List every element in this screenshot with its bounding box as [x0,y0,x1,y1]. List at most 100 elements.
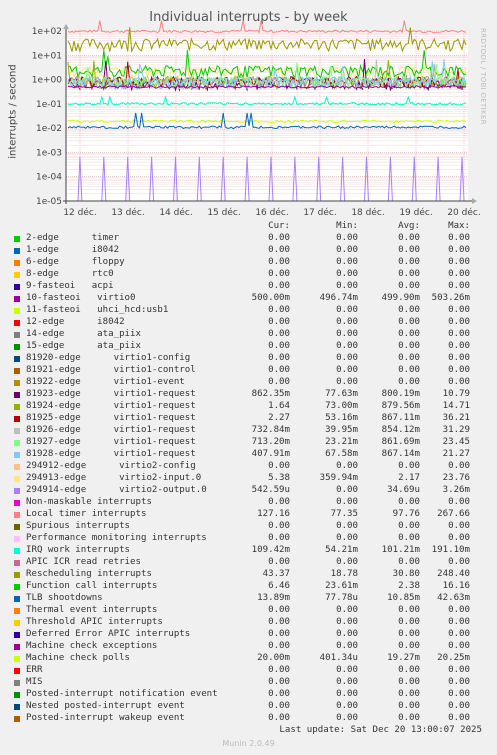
legend-series-name: 81924-edge virtio1-request [26,401,196,411]
legend-value-cur: 0.00 [268,521,290,531]
legend-value-min: 0.00 [336,617,358,627]
legend-value-min: 0.00 [336,641,358,651]
legend-value-min: 0.00 [336,281,358,291]
legend-value-max: 0.00 [448,269,470,279]
legend-value-max: 0.00 [448,329,470,339]
legend-value-cur: 862.35m [251,389,290,399]
legend-value-max: 42.63m [437,593,470,603]
legend-value-min: 18.78 [330,569,358,579]
legend-value-max: 16.16 [442,581,470,591]
x-tick-label: 17 déc. [303,207,336,215]
legend-color-swatch [14,524,20,530]
legend-value-min: 0.00 [336,245,358,255]
legend-row: 81924-edge virtio1-request 1.64 73.00m 879.… [0,401,497,413]
legend-header-max: Max: [448,221,470,231]
legend-color-swatch [14,488,20,494]
legend-row: 81923-edge virtio1-request 862.35m 77.63m 8… [0,389,497,401]
legend-value-max: 31.29 [442,425,470,435]
legend-value-min: 0.00 [336,677,358,687]
legend-series-name: Nested posted-interrupt event [26,701,185,711]
legend-value-cur: 0.00 [268,377,290,387]
legend-color-swatch [14,620,20,626]
legend-value-min: 0.00 [336,233,358,243]
legend-row: 81925-edge virtio1-request 2.27 53.16m 867.… [0,413,497,425]
legend-row: Non-maskable interrupts 0.00 0.00 0.00 0.00 [0,497,497,509]
legend-row: 81926-edge virtio1-request 732.84m 39.95m 8… [0,425,497,437]
legend-value-cur: 0.00 [268,641,290,651]
legend-row: 6-edge floppy 0.00 0.00 0.00 0.00 [0,257,497,269]
legend-value-cur: 0.00 [268,329,290,339]
legend-row: Posted-interrupt wakeup event 0.00 0.00 0.0… [0,713,497,725]
legend-row: 12-edge i8042 0.00 0.00 0.00 0.00 [0,317,497,329]
legend-value-cur: 0.00 [268,281,290,291]
legend-series-name: Local timer interrupts [26,509,147,519]
legend-value-max: 0.00 [448,533,470,543]
y-tick-label: 1e-04 [36,173,62,183]
legend-value-max: 0.00 [448,377,470,387]
legend-series-name: 1-edge i8042 [26,245,120,255]
legend-row: 9-fasteoi acpi 0.00 0.00 0.00 0.00 [0,281,497,293]
legend-value-min: 53.16m [325,413,358,423]
legend-value-min: 0.00 [336,317,358,327]
legend-value-min: 77.63m [325,389,358,399]
legend-value-min: 0.00 [336,497,358,507]
legend-series-name: 294914-edge virtio2-output.0 [26,485,207,495]
legend-row: 1-edge i8042 0.00 0.00 0.00 0.00 [0,245,497,257]
legend-value-cur: 5.38 [268,473,290,483]
legend-series-name: 15-edge ata_piix [26,341,141,351]
legend-value-min: 23.21m [325,437,358,447]
y-tick-label: 1e-05 [36,197,62,207]
legend-color-swatch [14,416,20,422]
legend-series-name: 2-edge timer [26,233,120,243]
legend-value-cur: 500.00m [251,293,290,303]
legend-value-cur: 0.00 [268,605,290,615]
legend-value-max: 23.45 [442,437,470,447]
legend-value-max: 0.00 [448,521,470,531]
legend-row: 10-fasteoi virtio0 500.00m 496.74m 499.90m 5… [0,293,497,305]
legend-row: IRQ work interrupts 109.42m 54.21m 101.21m 1… [0,545,497,557]
legend-value-max: 21.27 [442,449,470,459]
legend-value-min: 0.00 [336,557,358,567]
y-tick-labels: 1e+02 1e+01 1e+00 1e-01 1e-02 1e-03 1e-04 1e-05 [32,27,63,207]
x-tick-label: 14 déc. [159,207,192,215]
legend-color-swatch [14,476,20,482]
legend-color-swatch [14,560,20,566]
legend-color-swatch [14,296,20,302]
legend-row: Function call interrupts 6.46 23.61m 2.38 16… [0,581,497,593]
legend-row: APIC ICR read retries 0.00 0.00 0.00 0.00 [0,557,497,569]
legend-value-max: 0.00 [448,461,470,471]
legend-series-name: Threshold APIC interrupts [26,617,163,627]
legend-color-swatch [14,284,20,290]
legend-value-cur: 0.00 [268,713,290,723]
legend-color-swatch [14,680,20,686]
legend-row: ERR 0.00 0.00 0.00 0.00 [0,665,497,677]
legend-value-cur: 0.00 [268,665,290,675]
legend-color-swatch [14,692,20,698]
legend-row: 81928-edge virtio1-request 407.91m 67.58m 8… [0,449,497,461]
x-tick-label: 16 déc. [255,207,288,215]
legend-value-max: 0.00 [448,257,470,267]
legend-row: 8-edge rtc0 0.00 0.00 0.00 0.00 [0,269,497,281]
legend-header-row: Cur: Min: Avg: Max: [0,221,497,233]
legend-value-cur: 0.00 [268,689,290,699]
x-axis-arrow [472,198,477,204]
munin-version: Munin 2.0.49 [222,739,275,748]
legend-color-swatch [14,584,20,590]
legend-color-swatch [14,368,20,374]
legend-series-name: Thermal event interrupts [26,605,158,615]
legend-value-min: 0.00 [336,329,358,339]
legend-value-cur: 407.91m [251,449,290,459]
x-tick-labels: 12 déc. 13 déc. 14 déc. 15 déc. 16 déc. 17 dé… [63,207,480,215]
legend-value-cur: 0.00 [268,557,290,567]
legend-value-cur: 732.84m [251,425,290,435]
legend-row: 294913-edge virtio2-input.0 5.38 359.94m 2.… [0,473,497,485]
legend-color-swatch [14,260,20,266]
legend-series-name: 14-edge ata_piix [26,329,141,339]
legend-value-max: 248.40 [437,569,470,579]
legend-row: MIS 0.00 0.00 0.00 0.00 [0,677,497,689]
legend-color-swatch [14,440,20,446]
legend-value-cur: 0.00 [268,317,290,327]
legend-color-swatch [14,272,20,278]
legend-value-max: 0.00 [448,497,470,507]
legend-value-cur: 0.00 [268,245,290,255]
